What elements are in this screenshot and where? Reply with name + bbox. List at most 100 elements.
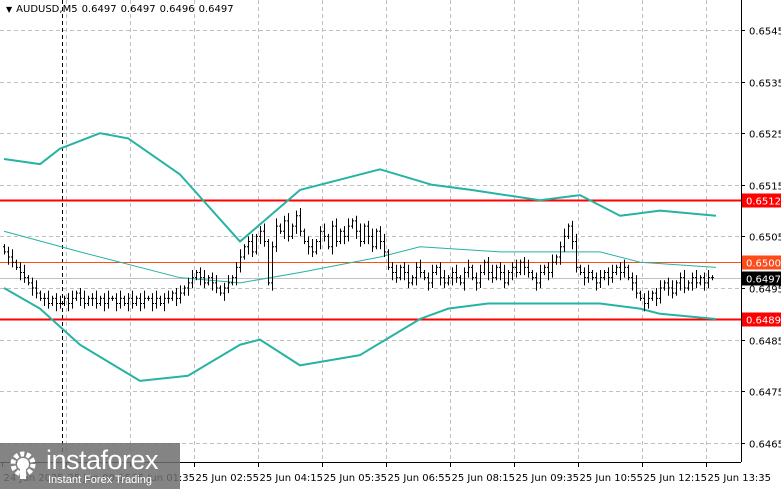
ohlc-bar (295, 210, 298, 234)
ohlc-bar (415, 262, 418, 286)
ohlc-bar (611, 264, 614, 283)
dropdown-triangle-icon[interactable]: ▼ (6, 5, 12, 14)
ohlc-bar (67, 293, 70, 312)
ohlc-bar (227, 275, 230, 294)
ohlc-bar (95, 290, 98, 309)
ohlc-bar (427, 272, 430, 291)
chart-header: ▼ AUDUSD,M5 0.6497 0.6497 0.6496 0.6497 (6, 4, 234, 15)
ohlc-bar (439, 262, 442, 286)
ohlc-bar (475, 272, 478, 291)
ohlc-bar (231, 275, 234, 286)
ohlc-bar (243, 244, 246, 260)
ohlc-bar (447, 275, 450, 286)
time-axis-label: 25 Jun 02:55 (196, 473, 260, 484)
ohlc-bar (199, 267, 202, 286)
price-axis-label: 0.6495 (749, 285, 781, 296)
ohlc-bar (19, 262, 22, 281)
price-axis-label: 0.6475 (749, 388, 781, 399)
ohlc-bar (491, 264, 494, 283)
price-chart[interactable]: 0.65450.65350.65250.65150.65050.64950.64… (0, 0, 781, 489)
ohlc-bar (135, 295, 138, 307)
ohlc-bar (331, 220, 334, 255)
ohlc-bar (703, 272, 706, 291)
ohlc-bar (263, 223, 266, 247)
ohlc-bar (335, 218, 338, 247)
ohlc-bar (159, 295, 162, 307)
high-value: 0.6497 (120, 4, 156, 15)
level-price-label: 0.6500 (746, 259, 781, 270)
ohlc-bar (167, 290, 170, 304)
ohlc-bar (711, 275, 714, 281)
time-axis-label: 25 Jun 10:55 (580, 473, 644, 484)
ohlc-bar (63, 295, 66, 307)
time-axis-label: 25 Jun 12:15 (644, 473, 708, 484)
ohlc-bar (671, 280, 674, 299)
ohlc-bar (363, 223, 366, 245)
ohlc-bar (315, 238, 318, 255)
ohlc-bar (187, 277, 190, 296)
bollinger-lower-band (3, 287, 717, 382)
ohlc-bar (219, 285, 222, 296)
price-axis-label: 0.6535 (749, 79, 781, 90)
ohlc-bar (663, 280, 666, 291)
ohlc-bar (235, 262, 238, 286)
ohlc-bar (359, 223, 362, 247)
ohlc-bar (351, 218, 354, 229)
ohlc-bar (583, 267, 586, 286)
ohlc-bar (319, 226, 322, 250)
ohlc-bar (551, 254, 554, 278)
ohlc-bar (391, 262, 394, 281)
ohlc-bar (119, 290, 122, 309)
price-axis-label: 0.6505 (749, 233, 781, 244)
ohlc-bar (131, 290, 134, 309)
ohlc-bar (183, 285, 186, 296)
price-axis-label: 0.6525 (749, 130, 781, 141)
ohlc-bar (83, 290, 86, 309)
time-axis-label: 25 Jun 05:35 (324, 473, 388, 484)
ohlc-bar (59, 295, 62, 309)
ohlc-bar (559, 241, 562, 265)
ohlc-bar (595, 272, 598, 291)
ohlc-bar (367, 220, 370, 245)
ohlc-bar (155, 290, 158, 309)
ohlc-bar (79, 288, 82, 307)
ohlc-bar (51, 295, 54, 307)
level-price-label: 0.6489 (746, 316, 781, 327)
ohlc-bar (691, 272, 694, 291)
ohlc-bar (139, 293, 142, 312)
ohlc-bar (27, 275, 30, 286)
ohlc-bar (259, 226, 262, 245)
ohlc-bar (627, 264, 630, 281)
ohlc-bar (511, 262, 514, 281)
ohlc-bar (311, 238, 314, 258)
ohlc-bar (299, 208, 302, 237)
ohlc-bar (535, 272, 538, 291)
ohlc-bar (471, 264, 474, 281)
ohlc-bar (547, 262, 550, 281)
ohlc-bar (99, 295, 102, 307)
ohlc-bar (355, 215, 358, 239)
ohlc-bar (679, 272, 682, 291)
ohlc-bar (387, 249, 390, 270)
time-axis-label: 25 Jun 13:35 (708, 473, 772, 484)
instaforex-watermark: instaforex Instant Forex Trading (0, 443, 180, 489)
ohlc-bar (451, 267, 454, 286)
ohlc-bar (15, 259, 18, 270)
ohlc-bar (523, 257, 526, 276)
ohlc-bar (175, 288, 178, 307)
ohlc-bar (579, 264, 582, 276)
ohlc-bar (607, 267, 610, 286)
open-value: 0.6497 (81, 4, 117, 15)
ohlc-bar (279, 223, 282, 234)
ohlc-bar (251, 233, 254, 258)
ohlc-bar (435, 264, 438, 276)
ohlc-bar (123, 295, 126, 307)
logo-name: instaforex (46, 445, 159, 475)
gear-logo-icon (10, 451, 36, 479)
ohlc-bar (699, 275, 702, 286)
ohlc-bar (407, 264, 410, 288)
ohlc-bar (655, 288, 658, 307)
ohlc-bar (223, 282, 226, 301)
ohlc-bar (287, 213, 290, 242)
ohlc-bar (403, 262, 406, 281)
